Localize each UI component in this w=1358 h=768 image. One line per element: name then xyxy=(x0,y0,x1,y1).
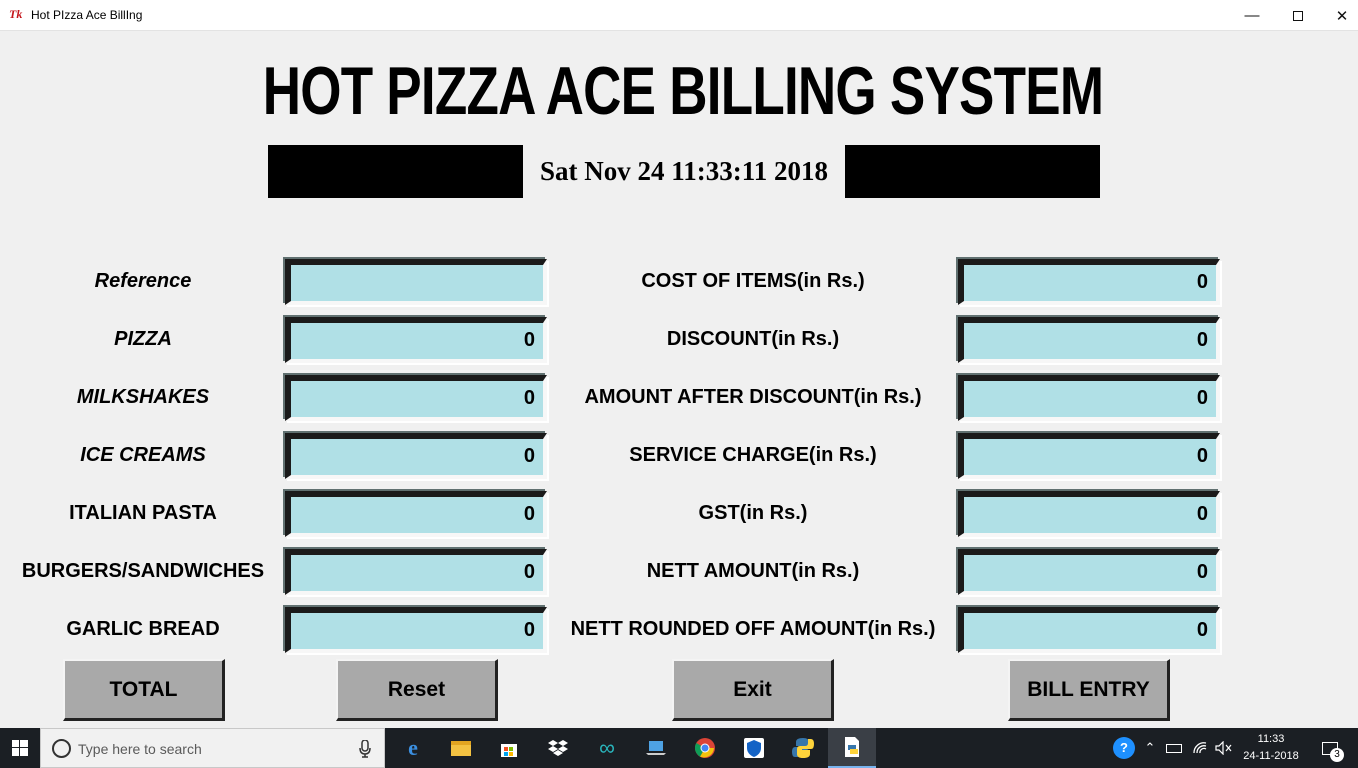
reset-button[interactable]: Reset xyxy=(336,659,498,721)
label-nett-amount: NETT AMOUNT(in Rs.) xyxy=(646,560,860,582)
exit-button[interactable]: Exit xyxy=(672,659,834,721)
notification-count-badge: 3 xyxy=(1330,748,1344,762)
ice-creams-value: 0 xyxy=(523,445,535,467)
amount-after-discount-input[interactable]: 0 xyxy=(958,375,1220,421)
cost-of-items-value: 0 xyxy=(1196,271,1208,293)
garlic-bread-input[interactable]: 0 xyxy=(285,607,547,653)
clock-time: 11:33 xyxy=(1257,733,1285,745)
label-cost-of-items: COST OF ITEMS(in Rs.) xyxy=(641,270,865,292)
bill-entry-button[interactable]: BILL ENTRY xyxy=(1008,659,1170,721)
total-button[interactable]: TOTAL xyxy=(63,659,225,721)
italian-pasta-input[interactable]: 0 xyxy=(285,491,547,537)
file-explorer-icon[interactable] xyxy=(437,728,485,768)
windows-logo-icon xyxy=(12,740,28,756)
label-ice-creams: ICE CREAMS xyxy=(80,444,206,466)
nett-rounded-off-amount-input[interactable]: 0 xyxy=(958,607,1220,653)
start-button[interactable] xyxy=(0,728,40,768)
datetime-label: Sat Nov 24 11:33:11 2018 xyxy=(539,156,828,186)
ice-creams-input[interactable]: 0 xyxy=(285,433,547,479)
clock-date: 24-11-2018 xyxy=(1243,750,1299,762)
maximize-icon xyxy=(1293,10,1303,21)
window-title: Hot PIzza Ace BillIng xyxy=(31,8,143,22)
nett-amount-value: 0 xyxy=(1196,561,1208,583)
reference-input[interactable] xyxy=(285,259,547,305)
window-titlebar: Tk Hot PIzza Ace BillIng — ✕ xyxy=(0,0,1358,31)
search-placeholder: Type here to search xyxy=(78,741,202,757)
label-milkshakes: MILKSHAKES xyxy=(76,386,210,408)
close-button[interactable]: ✕ xyxy=(1319,0,1358,31)
left-black-panel xyxy=(268,145,523,198)
label-italian-pasta: ITALIAN PASTA xyxy=(69,502,217,524)
label-amount-after-discount: AMOUNT AFTER DISCOUNT(in Rs.) xyxy=(584,386,922,408)
close-icon: ✕ xyxy=(1335,7,1349,25)
laptop-icon[interactable] xyxy=(632,728,680,768)
security-icon[interactable] xyxy=(730,728,778,768)
chrome-icon[interactable] xyxy=(681,728,729,768)
cost-of-items-input[interactable]: 0 xyxy=(958,259,1220,305)
python-icon[interactable] xyxy=(779,728,827,768)
minimize-button[interactable]: — xyxy=(1229,0,1275,31)
label-burgers-sandwiches: BURGERS/SANDWICHES xyxy=(21,560,265,582)
label-discount: DISCOUNT(in Rs.) xyxy=(666,328,840,350)
right-black-panel xyxy=(845,145,1100,198)
edge-icon[interactable]: e xyxy=(389,728,437,768)
label-nett-rounded-off-amount: NETT ROUNDED OFF AMOUNT(in Rs.) xyxy=(570,618,936,640)
garlic-bread-value: 0 xyxy=(523,619,535,641)
nett-rounded-off-amount-value: 0 xyxy=(1196,619,1208,641)
nett-amount-input[interactable]: 0 xyxy=(958,549,1220,595)
battery-icon[interactable] xyxy=(1162,728,1186,768)
service-charge-value: 0 xyxy=(1196,445,1208,467)
action-center-button[interactable]: 3 xyxy=(1310,728,1350,768)
label-reference: Reference xyxy=(94,270,192,292)
discount-input[interactable]: 0 xyxy=(958,317,1220,363)
italian-pasta-value: 0 xyxy=(523,503,535,525)
taskbar-clock[interactable]: 11:33 24-11-2018 xyxy=(1236,731,1306,765)
pizza-input[interactable]: 0 xyxy=(285,317,547,363)
volume-muted-icon[interactable] xyxy=(1212,728,1236,768)
label-gst: GST(in Rs.) xyxy=(698,502,808,524)
maximize-button[interactable] xyxy=(1275,0,1321,31)
store-icon[interactable] xyxy=(485,728,533,768)
burgers-sandwiches-input[interactable]: 0 xyxy=(285,549,547,595)
show-hidden-icons-chevron-icon[interactable]: ⌃ xyxy=(1140,728,1160,768)
page-title: HOT PIZZA ACE BILLING SYSTEM xyxy=(262,53,1104,129)
milkshakes-input[interactable]: 0 xyxy=(285,375,547,421)
windows-taskbar: Type here to search e ∞ ? ⌃ 11:33 24-11-… xyxy=(0,728,1358,768)
minimize-icon: — xyxy=(1244,7,1260,24)
gst-input[interactable]: 0 xyxy=(958,491,1220,537)
dropbox-icon[interactable] xyxy=(534,728,582,768)
label-pizza: PIZZA xyxy=(114,328,172,350)
taskbar-search-box[interactable]: Type here to search xyxy=(40,728,385,768)
label-service-charge: SERVICE CHARGE(in Rs.) xyxy=(629,444,877,466)
burgers-sandwiches-value: 0 xyxy=(523,561,535,583)
label-garlic-bread: GARLIC BREAD xyxy=(66,618,220,640)
amount-after-discount-value: 0 xyxy=(1196,387,1208,409)
tk-feather-icon: Tk xyxy=(9,7,23,21)
python-file-icon[interactable] xyxy=(828,728,876,768)
help-icon[interactable]: ? xyxy=(1110,728,1138,768)
discount-value: 0 xyxy=(1196,329,1208,351)
wifi-icon[interactable] xyxy=(1188,728,1212,768)
milkshakes-value: 0 xyxy=(523,387,535,409)
gst-value: 0 xyxy=(1196,503,1208,525)
pizza-value: 0 xyxy=(523,329,535,351)
cortana-icon xyxy=(52,739,71,758)
service-charge-input[interactable]: 0 xyxy=(958,433,1220,479)
arduino-icon[interactable]: ∞ xyxy=(583,728,631,768)
microphone-icon xyxy=(359,740,371,758)
